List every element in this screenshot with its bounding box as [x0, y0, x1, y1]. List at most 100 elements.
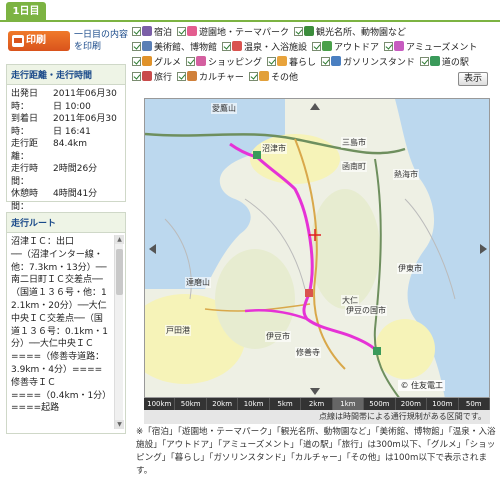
summary-value: 2011年06月30日 16:41 — [53, 114, 117, 137]
scale-option[interactable]: 500m — [364, 398, 396, 410]
poi-category-icon — [331, 56, 342, 66]
route-scrollbar[interactable]: ▲ ▼ — [114, 235, 124, 429]
print-button[interactable]: 印刷 — [8, 31, 70, 51]
legend-checkbox[interactable] — [294, 27, 304, 36]
poi-category-icon — [142, 56, 152, 66]
scale-option[interactable]: 2km — [301, 398, 333, 410]
summary-key: 走行時間： — [11, 164, 39, 187]
summary-heading: 走行距離・走行時間 — [7, 65, 125, 85]
poi-category-icon — [142, 41, 152, 51]
poi-category-icon — [196, 56, 207, 66]
summary-value: 84.4km — [53, 139, 88, 149]
legend-checkbox[interactable] — [222, 42, 232, 51]
summary-panel: 走行距離・走行時間 出発日時： 2011年06月30日 10:00 到着日時： 20… — [6, 64, 126, 212]
summary-list: 出発日時： 2011年06月30日 10:00 到着日時： 2011年06月30日 … — [7, 85, 125, 216]
start-marker-icon[interactable] — [253, 151, 261, 159]
legend-label: 美術館、博物館 — [154, 43, 218, 53]
legend-item[interactable]: 観光名所、動物園など — [294, 26, 406, 41]
route-text: 沼津ＩＣ：出口 ──（沼津インター線・他：7.3km・13分）──南二日町ＩＣ交… — [11, 237, 109, 414]
footer-note: ※「宿泊」「遊園地・テーマパーク」「観光名所、動物園など」「美術館、博物館」「温… — [136, 427, 496, 476]
legend-checkbox[interactable] — [132, 27, 141, 36]
scale-option[interactable]: 5km — [270, 398, 302, 410]
legend-checkbox[interactable] — [132, 72, 141, 81]
legend-checkbox[interactable] — [321, 57, 331, 66]
scale-option[interactable]: 20km — [207, 398, 239, 410]
poi-category-icon — [394, 41, 405, 51]
legend-checkbox[interactable] — [186, 57, 196, 66]
tab-day-1[interactable]: 1日目 — [6, 2, 46, 22]
route-heading: 走行ルート — [7, 213, 125, 233]
legend-item[interactable]: 旅行 — [132, 71, 172, 86]
poi-category-icon — [232, 41, 243, 51]
legend-label: 暮らし — [289, 58, 317, 68]
legend-item[interactable]: 温泉・入浴施設 — [222, 41, 307, 56]
map-place-label: 戸田港 — [165, 325, 191, 336]
summary-row: 休憩時間： 4時間41分 — [11, 188, 121, 213]
summary-value: 4時間41分 — [53, 189, 98, 199]
summary-key: 休憩時間： — [11, 189, 39, 212]
scale-option[interactable]: 50km — [175, 398, 207, 410]
scroll-up-icon[interactable]: ▲ — [115, 235, 124, 244]
legend-item[interactable]: 暮らし — [267, 56, 316, 71]
legend-label: その他 — [270, 73, 298, 83]
legend-item[interactable]: ショッピング — [186, 56, 262, 71]
map-copyright: © 住友電工 — [398, 380, 445, 391]
route-map[interactable]: 愛鷹山 沼津市 三島市 函南町 伊豆の国市 熱海市 伊東市 伊豆市 達磨山 戸田港 大仁 修善寺 © … — [144, 98, 490, 398]
legend-checkbox[interactable] — [132, 57, 141, 66]
legend-item[interactable]: アウトドア — [312, 41, 379, 56]
legend-checkbox[interactable] — [267, 57, 277, 66]
print-button-label: 印刷 — [26, 35, 46, 46]
legend-checkbox[interactable] — [177, 72, 187, 81]
legend-item[interactable]: 宿泊 — [132, 26, 172, 41]
legend-label: 観光名所、動物園など — [316, 28, 407, 38]
scale-option[interactable]: 1km — [332, 398, 365, 410]
legend-item[interactable]: その他 — [248, 71, 298, 86]
poi-category-icon — [277, 56, 288, 66]
legend-checkbox[interactable] — [132, 42, 141, 51]
scale-option[interactable]: 50m — [459, 398, 490, 410]
pan-up-icon — [310, 103, 320, 110]
legend-item[interactable]: 遊園地・テーマパーク — [177, 26, 289, 41]
legend-checkbox[interactable] — [312, 42, 322, 51]
summary-value: 2011年06月30日 10:00 — [53, 89, 117, 112]
waypoint-marker-icon[interactable] — [305, 289, 313, 297]
legend-item[interactable]: アミューズメント — [384, 41, 477, 56]
route-panel: 走行ルート 沼津ＩＣ：出口 ──（沼津インター線・他：7.3km・13分）──南… — [6, 212, 126, 434]
scroll-down-icon[interactable]: ▼ — [115, 420, 124, 429]
legend-item[interactable]: 美術館、博物館 — [132, 41, 217, 56]
legend-item[interactable]: ガソリンスタンド — [321, 56, 415, 71]
poi-category-icon — [187, 71, 198, 81]
map-place-label: 修善寺 — [295, 347, 321, 358]
route-body[interactable]: 沼津ＩＣ：出口 ──（沼津インター線・他：7.3km・13分）──南二日町ＩＣ交… — [7, 233, 125, 433]
goal-marker-icon[interactable] — [373, 347, 381, 355]
legend-item[interactable]: カルチャー — [177, 71, 244, 86]
scale-option[interactable]: 200m — [396, 398, 428, 410]
summary-key: 到着日時： — [11, 114, 39, 137]
show-button[interactable]: 表示 — [458, 72, 488, 86]
legend-checkbox[interactable] — [248, 72, 258, 81]
scale-option[interactable]: 10km — [238, 398, 270, 410]
map-place-label: 熱海市 — [393, 169, 419, 180]
legend-checkbox[interactable] — [177, 27, 187, 36]
legend-label: 遊園地・テーマパーク — [199, 28, 290, 38]
legend-label: ガソリンスタンド — [343, 58, 415, 68]
summary-row: 到着日時： 2011年06月30日 16:41 — [11, 113, 121, 138]
print-description-link[interactable]: 一日目の内容を印刷 — [74, 29, 130, 53]
print-area: 印刷 一日目の内容を印刷 — [6, 26, 128, 58]
poi-category-icon — [258, 71, 269, 81]
map-place-label: 伊東市 — [397, 263, 423, 274]
legend-label: 旅行 — [154, 73, 173, 83]
legend-label: 宿泊 — [154, 28, 173, 38]
legend-checkbox[interactable] — [384, 42, 394, 51]
legend-checkbox[interactable] — [419, 57, 429, 66]
scale-option[interactable]: 100km — [144, 398, 176, 410]
legend-item[interactable]: グルメ — [132, 56, 181, 71]
legend-label: 温泉・入浴施設 — [244, 43, 308, 53]
scroll-thumb[interactable] — [116, 249, 123, 295]
legend-item[interactable]: 道の駅 — [419, 56, 469, 71]
scale-option[interactable]: 100m — [427, 398, 459, 410]
summary-key: 走行距離： — [11, 139, 39, 162]
map-place-label: 達磨山 — [185, 277, 211, 288]
poi-category-icon — [429, 56, 440, 66]
poi-category-icon — [142, 26, 152, 36]
